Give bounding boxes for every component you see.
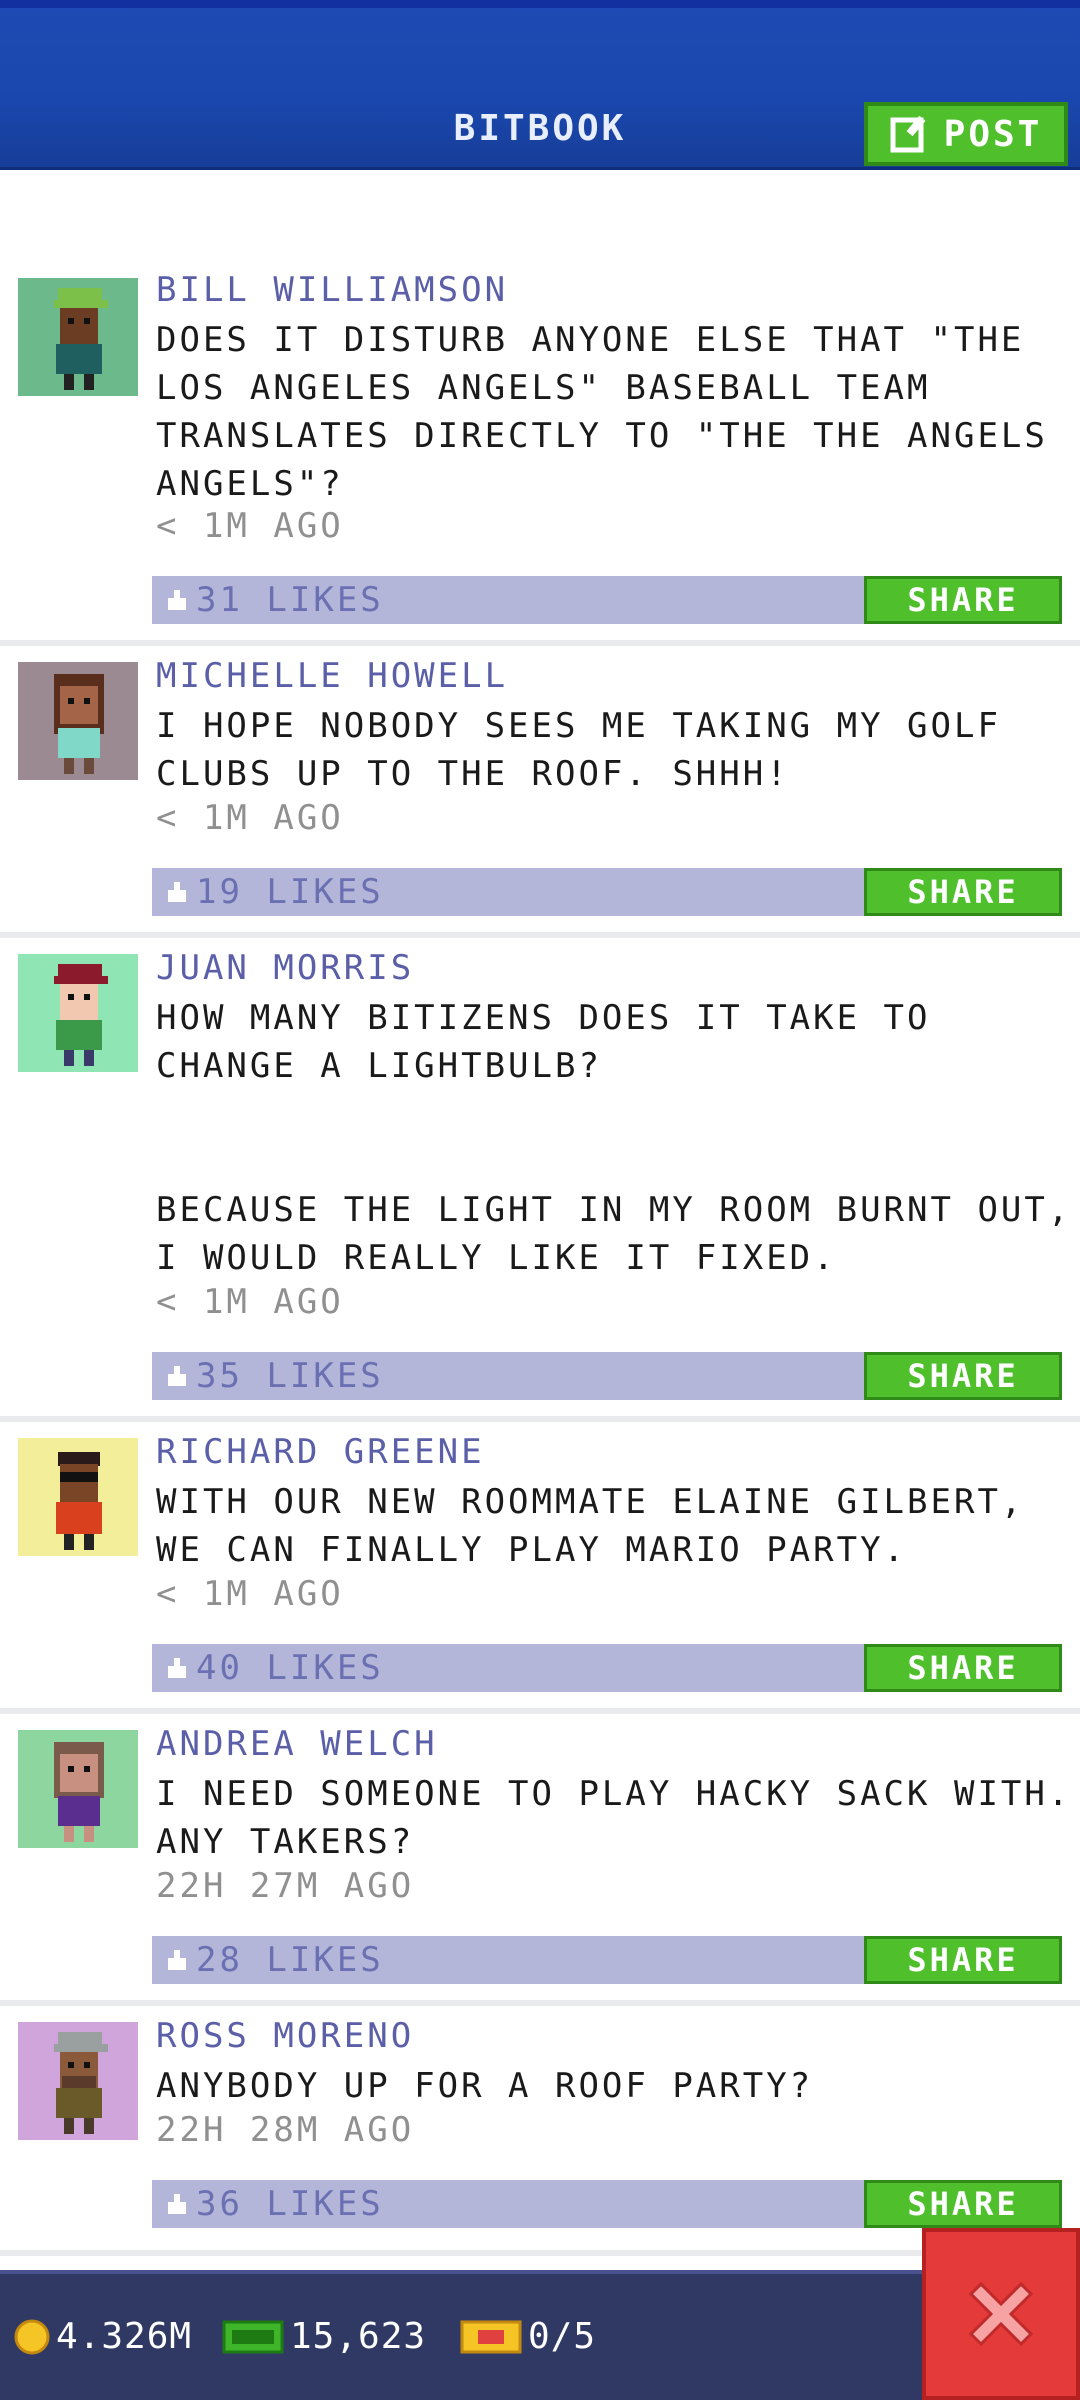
post-item: MICHELLE HOWELL I HOPE NOBODY SEES ME TA… (0, 646, 1080, 938)
tickets-value: 0/5 (528, 2316, 597, 2357)
thumbs-up-icon (168, 1366, 186, 1386)
resource-bar: 4.326M 15,623 0/5 (0, 2270, 1080, 2400)
post-button[interactable]: POST (864, 102, 1068, 166)
post-text: I HOPE NOBODY SEES ME TAKING MY GOLF CLU… (156, 706, 1001, 794)
avatar (18, 278, 138, 396)
post-author[interactable]: RICHARD GREENE (156, 1432, 485, 1472)
app-header: BITBOOK POST (0, 0, 1080, 170)
thumbs-up-icon (168, 2194, 186, 2214)
avatar (18, 954, 138, 1072)
share-button[interactable]: SHARE (864, 576, 1062, 624)
bux-stat: 15,623 (222, 2316, 426, 2357)
like-button[interactable]: 19 LIKES (166, 872, 384, 912)
post-item: ROSS MORENO ANYBODY UP FOR A ROOF PARTY?… (0, 2006, 1080, 2256)
post-button-label: POST (943, 113, 1043, 155)
like-bar: 40 LIKES SHARE (152, 1644, 1062, 1692)
share-button[interactable]: SHARE (864, 1936, 1062, 1984)
coins-value: 4.326M (56, 2316, 193, 2357)
avatar (18, 1438, 138, 1556)
thumbs-up-icon (168, 1658, 186, 1678)
close-icon (968, 2281, 1034, 2347)
post-timestamp: < 1M AGO (156, 1282, 344, 1322)
like-button[interactable]: 28 LIKES (166, 1940, 384, 1980)
post-timestamp: < 1M AGO (156, 798, 344, 838)
like-bar: 28 LIKES SHARE (152, 1936, 1062, 1984)
avatar (18, 1730, 138, 1848)
like-button[interactable]: 36 LIKES (166, 2184, 384, 2224)
like-count: 28 LIKES (196, 1940, 384, 1980)
post-item: JUAN MORRIS HOW MANY BITIZENS DOES IT TA… (0, 938, 1080, 1422)
bux-icon (222, 2320, 284, 2353)
post-text: HOW MANY BITIZENS DOES IT TAKE TO CHANGE… (156, 998, 1072, 1278)
share-button[interactable]: SHARE (864, 1352, 1062, 1400)
divider (0, 2250, 1080, 2256)
coins-stat: 4.326M (14, 2316, 192, 2357)
post-text: ANYBODY UP FOR A ROOF PARTY? (156, 2066, 814, 2106)
coin-icon (14, 2319, 50, 2354)
post-text: I NEED SOMEONE TO PLAY HACKY SACK WITH. … (156, 1774, 1072, 1862)
post-text: WITH OUR NEW ROOMMATE ELAINE GILBERT, WE… (156, 1482, 1025, 1570)
like-count: 19 LIKES (196, 872, 384, 912)
like-count: 40 LIKES (196, 1648, 384, 1688)
tickets-stat: 0/5 (460, 2316, 596, 2357)
thumbs-up-icon (168, 1950, 186, 1970)
post-item: ANDREA WELCH I NEED SOMEONE TO PLAY HACK… (0, 1714, 1080, 2006)
post-timestamp: < 1M AGO (156, 1574, 344, 1614)
like-button[interactable]: 35 LIKES (166, 1356, 384, 1396)
post-timestamp: 22H 27M AGO (156, 1866, 415, 1906)
edit-icon (890, 115, 926, 153)
thumbs-up-icon (168, 882, 186, 902)
post-author[interactable]: BILL WILLIAMSON (156, 270, 508, 310)
post-timestamp: < 1M AGO (156, 506, 344, 546)
like-bar: 35 LIKES SHARE (152, 1352, 1062, 1400)
like-count: 36 LIKES (196, 2184, 384, 2224)
feed-list[interactable]: BILL WILLIAMSON DOES IT DISTURB ANYONE E… (0, 170, 1080, 2270)
share-button[interactable]: SHARE (864, 868, 1062, 916)
avatar (18, 2022, 138, 2140)
like-bar: 31 LIKES SHARE (152, 576, 1062, 624)
like-bar: 19 LIKES SHARE (152, 868, 1062, 916)
share-button[interactable]: SHARE (864, 1644, 1062, 1692)
post-author[interactable]: ROSS MORENO (156, 2016, 414, 2056)
like-button[interactable]: 31 LIKES (166, 580, 384, 620)
like-count: 31 LIKES (196, 580, 384, 620)
share-button[interactable]: SHARE (864, 2180, 1062, 2228)
post-author[interactable]: JUAN MORRIS (156, 948, 414, 988)
bux-value: 15,623 (290, 2316, 427, 2357)
post-author[interactable]: MICHELLE HOWELL (156, 656, 508, 696)
post-item: RICHARD GREENE WITH OUR NEW ROOMMATE ELA… (0, 1422, 1080, 1714)
post-item: BILL WILLIAMSON DOES IT DISTURB ANYONE E… (0, 170, 1080, 644)
post-text: DOES IT DISTURB ANYONE ELSE THAT "THE LO… (156, 320, 1048, 504)
like-count: 35 LIKES (196, 1356, 384, 1396)
like-button[interactable]: 40 LIKES (166, 1648, 384, 1688)
avatar (18, 662, 138, 780)
thumbs-up-icon (168, 590, 186, 610)
post-timestamp: 22H 28M AGO (156, 2110, 415, 2150)
post-author[interactable]: ANDREA WELCH (156, 1724, 438, 1764)
like-bar: 36 LIKES SHARE (152, 2180, 1062, 2228)
close-button[interactable] (922, 2228, 1080, 2400)
ticket-icon (460, 2320, 522, 2353)
